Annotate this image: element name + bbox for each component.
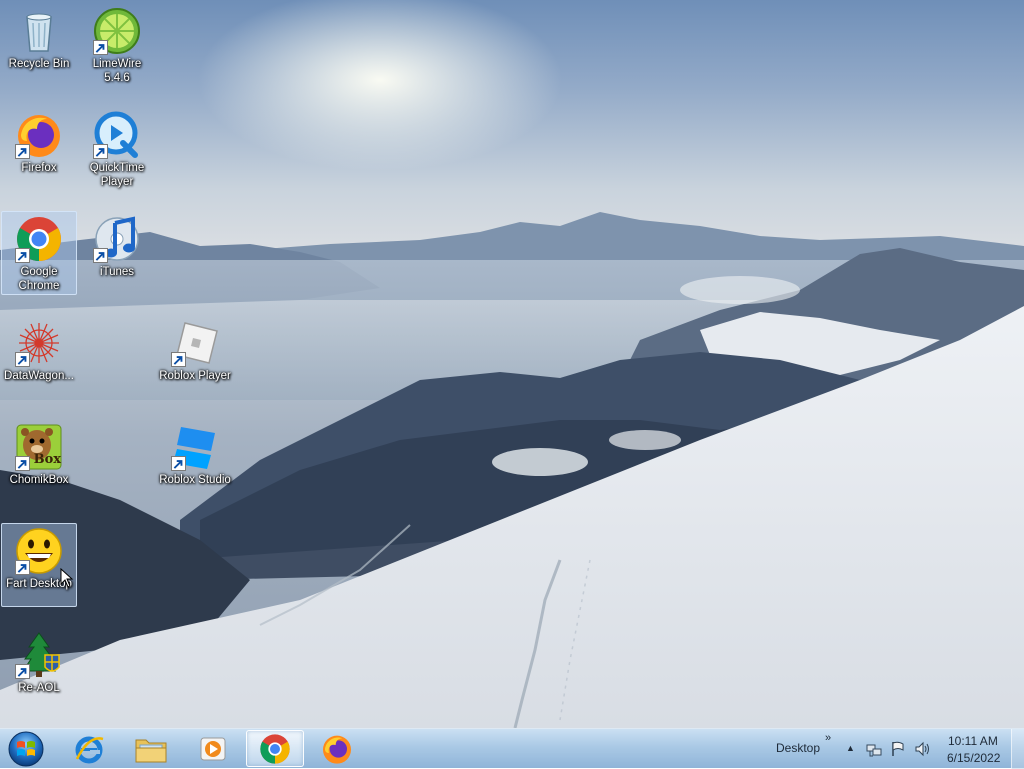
internet-explorer-icon [75, 736, 104, 763]
clock-time[interactable]: 10:11 AM [948, 734, 998, 748]
taskbar-firefox[interactable] [308, 730, 366, 767]
shortcut-arrow-icon [171, 352, 186, 367]
chrome-icon [15, 215, 63, 263]
firefox-icon [323, 735, 351, 764]
shortcut-arrow-icon [171, 456, 186, 471]
desktop-icon-limewire[interactable]: LimeWire 5.4.6 [79, 3, 155, 87]
volume-icon[interactable] [914, 741, 932, 757]
action-center-flag-icon[interactable] [890, 741, 906, 757]
quicktime-icon [93, 111, 141, 159]
shortcut-arrow-icon [15, 352, 30, 367]
taskbar-google-chrome[interactable] [246, 730, 304, 767]
desktop-icon-label: Re-AOL [18, 682, 60, 694]
media-player-icon [200, 737, 226, 760]
shortcut-arrow-icon [93, 144, 108, 159]
desktop-icon-label: QuickTime Player [89, 162, 145, 188]
taskbar-file-explorer[interactable] [122, 730, 180, 767]
desktop-icon-recycle-bin[interactable]: Recycle Bin [1, 3, 77, 87]
shortcut-arrow-icon [93, 248, 108, 263]
desktop-icon-roblox-player[interactable]: Roblox Player [157, 315, 233, 399]
desktop-icon-label: LimeWire 5.4.6 [92, 58, 142, 84]
limewire-icon [93, 7, 141, 55]
start-button[interactable] [4, 729, 48, 769]
roblox-player-icon [171, 319, 219, 367]
desktop-icon-itunes[interactable]: iTunes [79, 211, 155, 295]
desktop-icon-google-chrome[interactable]: Google Chrome [1, 211, 77, 295]
shortcut-arrow-icon [93, 40, 108, 55]
desktop-icon-re-aol[interactable]: Re-AOL [1, 627, 77, 711]
desktop-icon-label: Google Chrome [18, 266, 60, 292]
toolbar-chevron-icon[interactable]: » [825, 732, 831, 744]
chomikbox-icon: Box [15, 423, 63, 471]
smiley-icon [15, 527, 63, 575]
windows-logo-icon [8, 731, 44, 767]
desktop-icon-label: DataWagon... [4, 370, 74, 382]
desktop-icon-roblox-studio[interactable]: Roblox Studio [157, 419, 233, 503]
file-explorer-icon [135, 739, 167, 762]
chrome-icon [260, 733, 290, 764]
shortcut-arrow-icon [15, 144, 30, 159]
chomikbox-badge: Box [33, 452, 61, 467]
datawagon-icon [15, 319, 63, 367]
itunes-icon [93, 215, 141, 263]
desktop-icon-label: Firefox [21, 162, 57, 174]
desktop-icon-label: Roblox Player [159, 370, 231, 382]
desktop-icon-fart-desktop[interactable]: Fart Desktop [1, 523, 77, 607]
taskbar: Desktop » ▲ 10:11 AM 6/15/2022 [0, 728, 1024, 769]
taskbar-media-player[interactable] [184, 730, 242, 767]
shortcut-arrow-icon [15, 456, 30, 471]
show-hidden-icons-button[interactable]: ▲ [846, 743, 855, 753]
clock-date[interactable]: 6/15/2022 [947, 751, 1000, 765]
desktop-icon-firefox[interactable]: Firefox [1, 107, 77, 191]
desktop-icon-label: iTunes [99, 266, 135, 278]
firefox-icon [15, 111, 63, 159]
shortcut-arrow-icon [15, 248, 30, 263]
mouse-cursor-icon [60, 568, 74, 588]
desktop-toolbar[interactable]: Desktop [776, 741, 820, 755]
show-desktop-button[interactable] [1011, 729, 1024, 769]
desktop-icon-label: ChomikBox [9, 474, 69, 486]
roblox-studio-icon [171, 423, 219, 471]
re-aol-icon [15, 631, 63, 679]
desktop-icon-quicktime[interactable]: QuickTime Player [79, 107, 155, 191]
desktop-icon-label: Roblox Studio [159, 474, 231, 486]
shortcut-arrow-icon [15, 560, 30, 575]
desktop[interactable]: Recycle Bin LimeWire 5.4.6 Firefox Quick… [0, 0, 1024, 728]
desktop-icon-label: Recycle Bin [8, 58, 70, 70]
shortcut-arrow-icon [15, 664, 30, 679]
desktop-icon-chomikbox[interactable]: Box ChomikBox [1, 419, 77, 503]
taskbar-internet-explorer[interactable] [60, 730, 118, 767]
recycle-bin-icon [15, 7, 63, 55]
network-icon[interactable] [866, 742, 882, 758]
desktop-icon-datawagon[interactable]: DataWagon... [1, 315, 77, 399]
